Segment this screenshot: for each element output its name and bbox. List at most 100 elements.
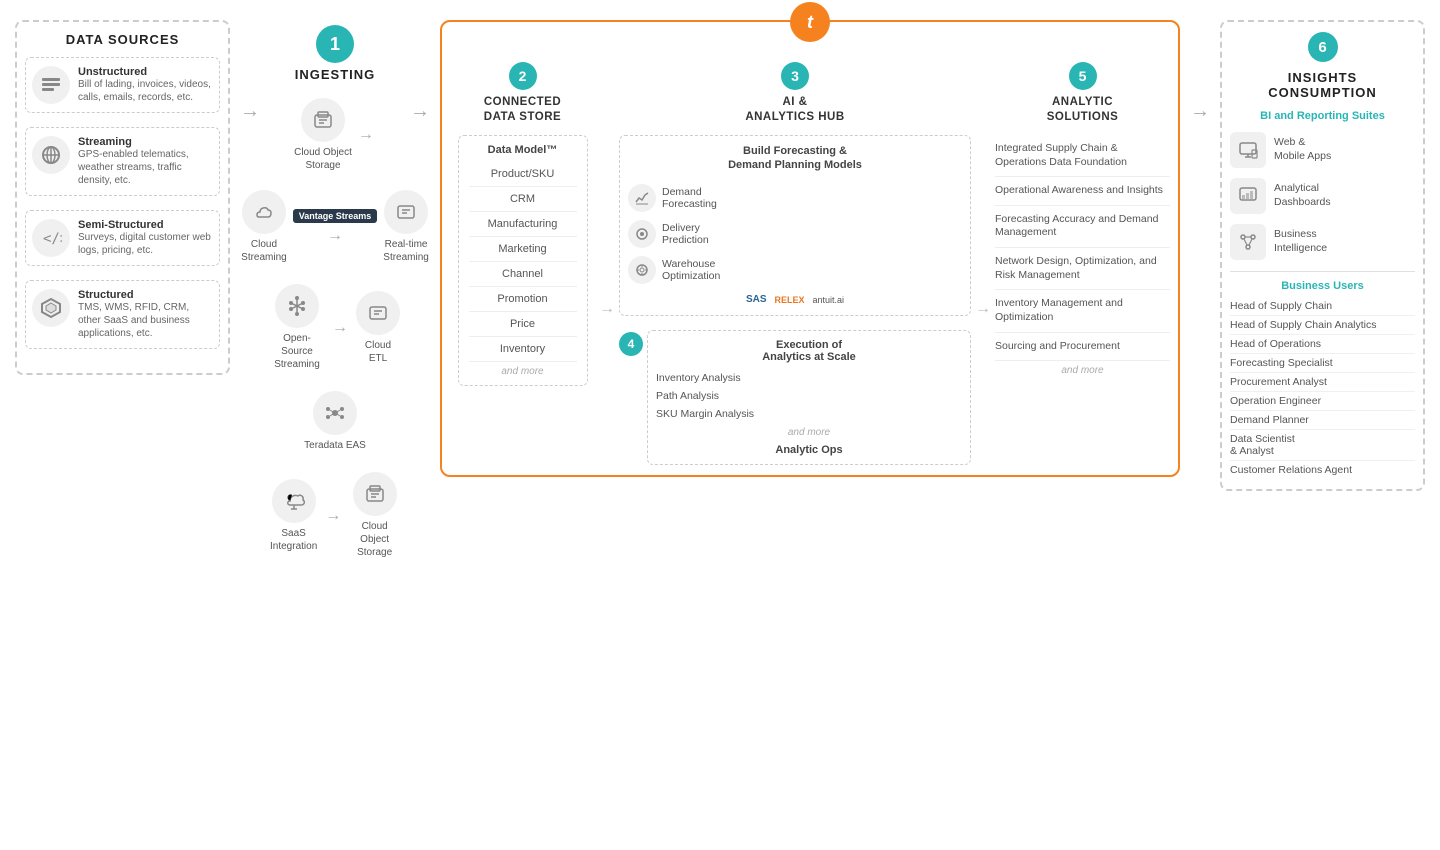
business-users-title: Business Users [1230,280,1415,292]
build-forecasting-title: Build Forecasting &Demand Planning Model… [628,144,962,173]
arrow-ai-as: → [975,32,991,465]
teradata-eas-icon [313,391,357,435]
realtime-streaming-label: Real-timeStreaming [383,238,429,264]
execution-box: Execution ofAnalytics at Scale Inventory… [647,330,971,465]
cos1-label: Cloud ObjectStorage [294,146,352,172]
cos2-label: Cloud ObjectStorage [349,520,400,559]
cds-price: Price [469,312,577,337]
exec-path: Path Analysis [656,387,962,405]
data-sources-panel: DATA SOURCES Unstructured Bill of lading… [15,20,230,375]
analytic-solutions-col: 5 ANALYTICSOLUTIONS Integrated Supply Ch… [995,32,1170,465]
bi-web-mobile: Web &Mobile Apps [1230,127,1415,173]
bu-demand-planner: Demand Planner [1230,411,1415,430]
ingest-realtime-streaming: Real-timeStreaming [383,190,429,264]
cds-promotion: Promotion [469,287,577,312]
as-forecasting-accuracy: Forecasting Accuracy and Demand Manageme… [995,206,1170,248]
ingest-open-source: Open-SourceStreaming [270,284,324,371]
as-network-design: Network Design, Optimization, and Risk M… [995,248,1170,290]
execution-title: Execution ofAnalytics at Scale [656,339,962,363]
svg-text:</>: </> [43,231,62,247]
bu-forecasting-specialist: Forecasting Specialist [1230,354,1415,373]
ds-streaming-title: Streaming [78,136,213,148]
step-1-circle: 1 [316,25,354,63]
demand-forecasting-label: DemandForecasting [662,186,717,210]
saas-icon [272,479,316,523]
cds-title: CONNECTEDDATA STORE [484,95,561,125]
bu-head-supply-chain-analytics: Head of Supply Chain Analytics [1230,316,1415,335]
insights-title: INSIGHTSCONSUMPTION [1230,70,1415,100]
analytical-dashboards-label: AnalyticalDashboards [1274,182,1331,209]
cloud-etl-label: CloudETL [365,339,391,365]
ds-structured-title: Structured [78,289,213,301]
warehouse-optimization-icon [628,256,656,284]
open-source-icon [275,284,319,328]
main-container: DATA SOURCES Unstructured Bill of lading… [0,0,1440,850]
as-operational-awareness: Operational Awareness and Insights [995,177,1170,206]
ingest-cos1: Cloud ObjectStorage [294,98,352,172]
delivery-prediction-icon [628,220,656,248]
as-inventory-mgmt: Inventory Management and Optimization [995,290,1170,332]
divider [1230,271,1415,272]
ingest-saas: SaaSIntegration [270,479,317,553]
ds-semi-desc: Surveys, digital customer web logs, pric… [78,231,213,257]
business-users-list: Head of Supply Chain Head of Supply Chai… [1230,297,1415,479]
model-warehouse-optimization: WarehouseOptimization [628,252,962,288]
cloud-streaming-label: CloudStreaming [241,238,287,264]
arrow-ds-ingesting: → [240,20,260,123]
ingest-cos2: Cloud ObjectStorage [349,472,400,559]
exec-sku: SKU Margin Analysis [656,405,962,423]
cds-column: 2 CONNECTEDDATA STORE Data Model™ Produc… [450,32,595,465]
cds-product-sku: Product/SKU [469,162,577,187]
ds-unstructured-title: Unstructured [78,66,213,78]
ai-analytics-col: 3 AI &ANALYTICS HUB Build Forecasting &D… [619,32,971,465]
exec-and-more: and more [656,423,962,438]
cds-and-more: and more [469,362,577,377]
structured-icon [32,289,70,327]
step-3-badge: 3 [781,62,809,90]
antuit-logo: antuit.ai [813,295,845,305]
warehouse-opt-label: WarehouseOptimization [662,258,720,282]
sas-logo: SAS [746,294,767,305]
vantage-badge: Vantage Streams [293,209,378,223]
cds-manufacturing: Manufacturing [469,212,577,237]
bu-customer-relations: Customer Relations Agent [1230,461,1415,479]
cds-channel: Channel [469,262,577,287]
ds-structured-desc: TMS, WMS, RFID, CRM, other SaaS and busi… [78,301,213,340]
ds-unstructured-desc: Bill of lading, invoices, videos, calls,… [78,78,213,104]
ds-streaming-desc: GPS-enabled telematics, weather streams,… [78,148,213,187]
open-source-label: Open-SourceStreaming [270,332,324,371]
ingest-teradata-eas: Teradata EAS [304,391,366,452]
bu-data-scientist: Data Scientist& Analyst [1230,430,1415,461]
bu-procurement-analyst: Procurement Analyst [1230,373,1415,392]
build-forecasting-box: Build Forecasting &Demand Planning Model… [619,135,971,317]
unstructured-icon [32,66,70,104]
step-6-circle: 6 [1308,32,1338,62]
ingest-saas-row: SaaSIntegration → Cloud ObjectStorage [270,472,400,559]
arrow-cds-ai: → [599,32,615,465]
ds-semi-title: Semi-Structured [78,219,213,231]
ds-item-structured: Structured TMS, WMS, RFID, CRM, other Sa… [25,280,220,349]
cloud-streaming-icon [242,190,286,234]
data-model-label: Data Model™ [469,144,577,156]
step-2-badge: 2 [509,62,537,90]
model-delivery-prediction: DeliveryPrediction [628,216,962,252]
model-demand-forecasting: DemandForecasting [628,180,962,216]
bu-operation-engineer: Operation Engineer [1230,392,1415,411]
delivery-prediction-label: DeliveryPrediction [662,222,709,246]
web-mobile-label: Web &Mobile Apps [1274,136,1331,163]
as-and-more: and more [995,361,1170,376]
cloud-etl-icon [356,291,400,335]
teradata-logo: t [790,2,830,42]
ingest-streaming-row: CloudStreaming Vantage Streams → Real-ti… [241,190,429,264]
relex-logo: RELEX [775,295,805,305]
bi-reporting-title: BI and Reporting Suites [1230,110,1415,122]
business-intelligence-icon [1230,224,1266,260]
bi-analytical-dashboards: AnalyticalDashboards [1230,173,1415,219]
cos2-icon [353,472,397,516]
as-title: ANALYTICSOLUTIONS [1047,95,1119,125]
saas-label: SaaSIntegration [270,527,317,553]
exec-inventory: Inventory Analysis [656,369,962,387]
demand-forecasting-icon [628,184,656,212]
ingesting-panel: 1 INGESTING Cloud ObjectStorage → CloudS… [270,20,400,579]
ingest-oss-row: Open-SourceStreaming → CloudETL [270,284,400,371]
